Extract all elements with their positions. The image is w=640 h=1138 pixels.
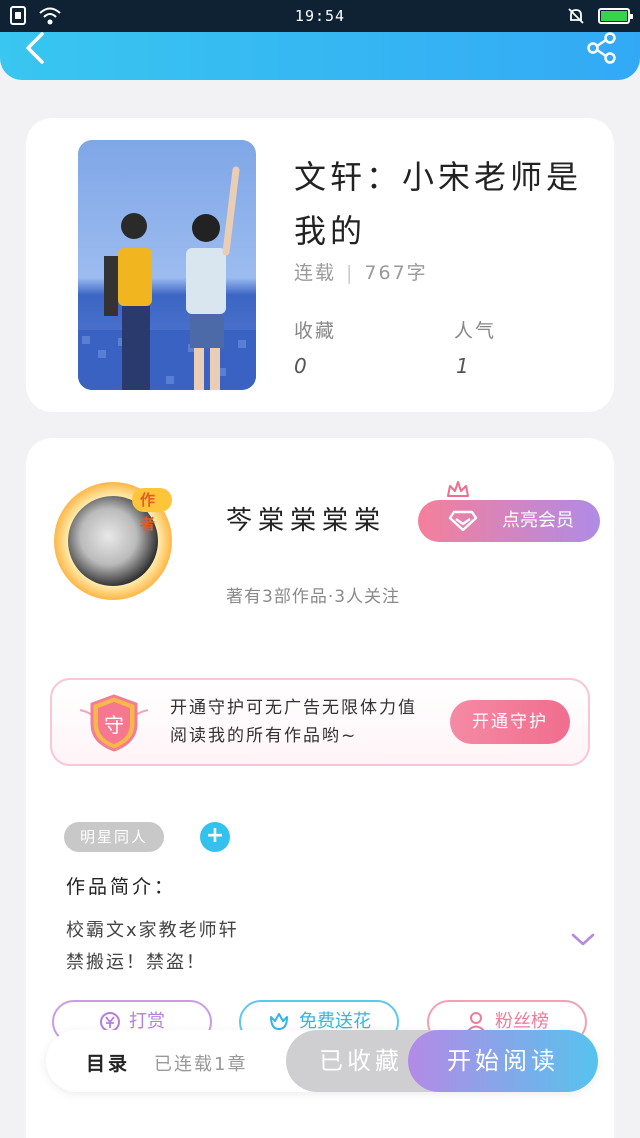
serial-status: 连载: [294, 262, 337, 284]
intro-heading: 作品简介：: [66, 876, 177, 898]
favorites-label: 收藏: [294, 320, 337, 342]
share-button[interactable]: [586, 32, 618, 64]
chapter-count: 已连载1章: [154, 1054, 248, 1075]
toc-button[interactable]: 目录: [86, 1049, 130, 1076]
back-button[interactable]: [20, 30, 50, 66]
guard-promo-text: 开通守护可无广告无限体力值阅读我的所有作品哟~: [170, 698, 417, 746]
fans-ranking-label: 粉丝榜: [495, 1011, 549, 1032]
status-right-icons: [566, 6, 633, 26]
meta-divider: |: [346, 262, 355, 284]
favorites-value: 0: [294, 354, 307, 378]
popularity-value: 1: [456, 354, 469, 378]
bottom-action-bar: 目录 已连载1章 已收藏 开始阅读: [46, 1030, 598, 1092]
book-cover-image[interactable]: [78, 140, 256, 390]
intro-line: 校霸文x家教老师轩: [66, 920, 239, 941]
popularity-label: 人气: [454, 320, 497, 342]
word-count: 767字: [364, 262, 428, 284]
guard-promo-banner: 守 开通守护可无广告无限体力值阅读我的所有作品哟~ 开通守护: [50, 678, 590, 766]
crown-icon: [447, 481, 469, 497]
vip-button[interactable]: 点亮会员: [418, 481, 600, 542]
open-guard-button[interactable]: 开通守护: [450, 700, 570, 744]
status-time: 19:54: [294, 7, 346, 25]
book-title: 文轩：小宋老师是我的: [294, 158, 583, 250]
status-bar: 19:54: [0, 0, 640, 32]
author-badge: 作者: [132, 488, 172, 533]
book-info-card: 文轩：小宋老师是我的 连载 | 767字 收藏 0 人气 1: [26, 118, 614, 412]
vip-label: 点亮会员: [502, 510, 574, 531]
author-name[interactable]: 芩棠棠棠棠: [226, 500, 386, 537]
send-flower-label: 免费送花: [299, 1011, 371, 1032]
intro-line: 禁搬运！禁盗！: [66, 952, 206, 973]
add-tag-button[interactable]: +: [200, 822, 230, 852]
guard-shield-icon: 守: [79, 694, 149, 752]
author-avatar-frame[interactable]: 作者: [54, 482, 172, 600]
battery-icon: [598, 8, 633, 24]
cover-illustration: [78, 166, 256, 390]
diamond-icon: [448, 510, 478, 532]
book-meta: 连载 | 767字: [294, 258, 428, 285]
guard-icon-text: 守: [104, 713, 124, 737]
chevron-down-icon[interactable]: [570, 932, 596, 948]
mute-bell-icon: [568, 8, 584, 24]
author-info: 著有3部作品·3人关注: [226, 587, 401, 607]
genre-tag[interactable]: 明星同人: [64, 822, 165, 852]
tip-label: 打赏: [129, 1011, 165, 1032]
start-reading-button[interactable]: 开始阅读: [408, 1030, 598, 1092]
